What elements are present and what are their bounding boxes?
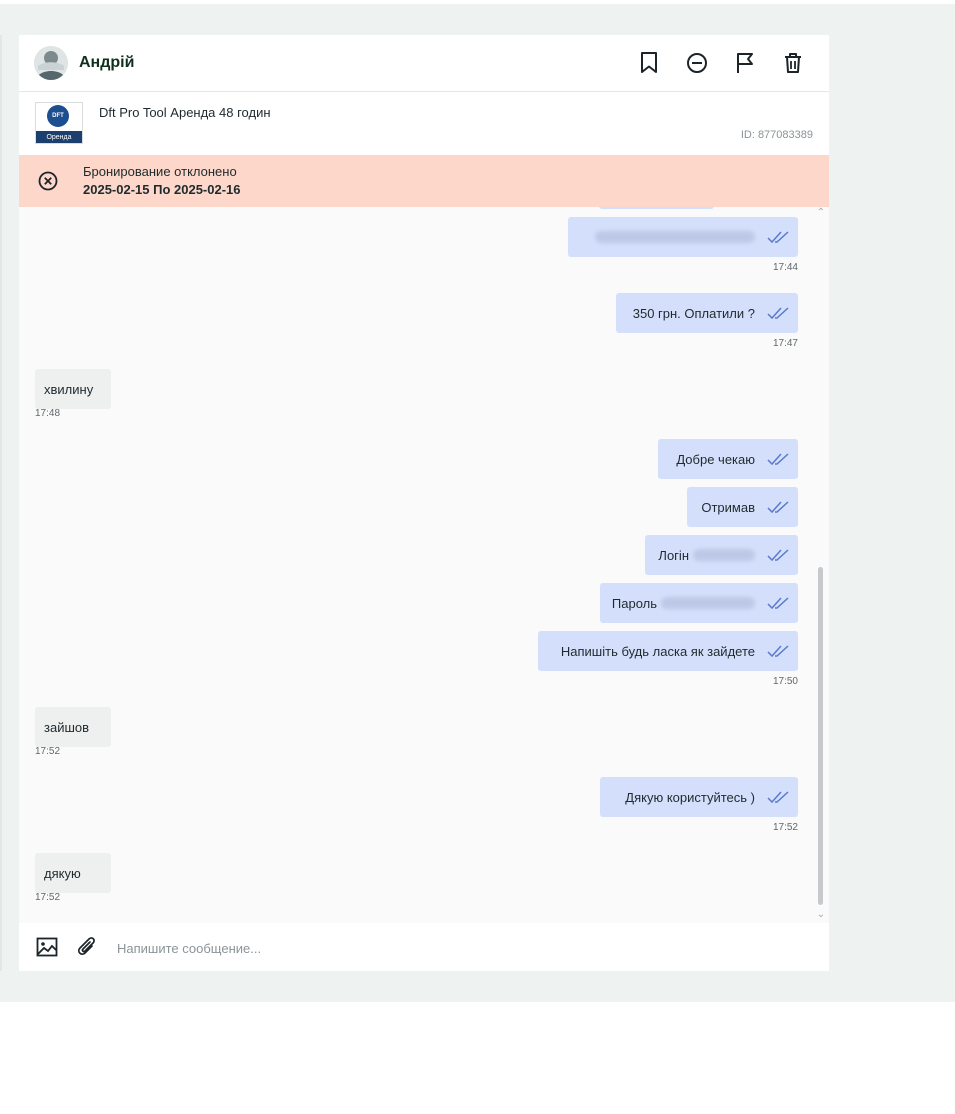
message-text: Логін <box>658 547 689 563</box>
message-text: Добре чекаю <box>676 451 755 467</box>
close-circle-icon <box>37 170 59 192</box>
message-text: Пароль <box>611 595 657 611</box>
listing-id: ID: 877083389 <box>740 129 813 141</box>
image-icon[interactable] <box>36 936 58 958</box>
message-time: 17:47 <box>772 338 798 349</box>
chat-header: Андрій <box>19 35 829 92</box>
message-text: дякую <box>44 865 81 881</box>
message-text: 350 грн. Оплатили ? <box>632 305 755 321</box>
message-bubble: Добре чекаю <box>658 439 798 479</box>
message-bubble: Напишіть будь ласка як зайдете <box>538 631 798 671</box>
bookmark-icon[interactable] <box>636 50 662 76</box>
message-bubble: 350 грн. Оплатили ? <box>616 293 798 333</box>
message-bubble-partial <box>599 207 714 209</box>
thumb-label: Оренда <box>46 133 72 141</box>
status-dates: 2025-02-15 По 2025-02-16 <box>83 182 241 197</box>
message-time: 17:50 <box>772 676 798 687</box>
avatar[interactable] <box>34 46 68 80</box>
scroll-down-icon[interactable]: ⌄ <box>816 910 826 920</box>
message-time: 17:52 <box>35 746 61 757</box>
message-bubble: Пароль <box>600 583 798 623</box>
read-receipt-icon <box>767 307 789 320</box>
chat-panel: Андрій DFT Оренда Dft Pro Tool Аренда 48… <box>19 35 829 971</box>
read-receipt-icon <box>767 231 789 244</box>
redacted-text <box>661 597 755 609</box>
message-time: 17:44 <box>772 262 798 273</box>
message-time: 17:52 <box>35 892 61 903</box>
message-composer <box>19 923 829 971</box>
redacted-text <box>693 549 755 561</box>
paperclip-icon[interactable] <box>76 936 98 958</box>
message-input[interactable] <box>115 935 799 961</box>
message-bubble: дякую <box>35 853 111 893</box>
redacted-text <box>595 231 755 243</box>
message-bubble: Отримав <box>687 487 798 527</box>
message-bubble <box>568 217 798 257</box>
status-text: Бронирование отклонено <box>83 164 237 179</box>
trash-icon[interactable] <box>780 50 806 76</box>
scrollbar-thumb[interactable] <box>818 567 823 905</box>
booking-status-banner: Бронирование отклонено 2025-02-15 По 202… <box>19 155 829 207</box>
read-receipt-icon <box>767 501 789 514</box>
left-panel-edge <box>0 35 2 971</box>
message-text: Отримав <box>701 499 755 515</box>
read-receipt-icon <box>767 453 789 466</box>
listing-info[interactable]: DFT Оренда Dft Pro Tool Аренда 48 годин … <box>19 92 829 155</box>
user-name: Андрій <box>79 54 135 71</box>
flag-icon[interactable] <box>732 50 758 76</box>
read-receipt-icon <box>767 549 789 562</box>
message-bubble: Дякую користуйтесь ) <box>600 777 798 817</box>
message-text: зайшов <box>44 719 90 735</box>
listing-thumbnail[interactable]: DFT Оренда <box>35 102 83 144</box>
read-receipt-icon <box>767 597 789 610</box>
listing-title[interactable]: Dft Pro Tool Аренда 48 годин <box>99 105 271 120</box>
thumb-logo: DFT <box>52 113 64 119</box>
message-bubble: Логін <box>645 535 798 575</box>
message-text: Дякую користуйтесь ) <box>625 789 755 805</box>
block-icon[interactable] <box>684 50 710 76</box>
message-bubble: хвилину <box>35 369 111 409</box>
message-bubble: зайшов <box>35 707 111 747</box>
read-receipt-icon <box>767 645 789 658</box>
message-text: Напишіть будь ласка як зайдете <box>560 643 755 659</box>
scroll-up-icon[interactable]: ⌃ <box>816 208 826 218</box>
message-text: хвилину <box>44 381 94 397</box>
read-receipt-icon <box>767 791 789 804</box>
message-list[interactable]: 17:44 350 грн. Оплатили ? 17:47 хвилину … <box>19 207 829 923</box>
message-time: 17:48 <box>35 408 61 419</box>
message-time: 17:52 <box>772 822 798 833</box>
